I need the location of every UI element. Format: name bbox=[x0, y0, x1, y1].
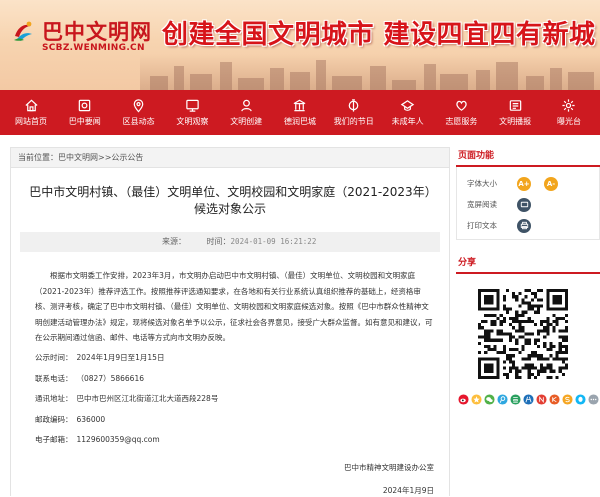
weibo-icon[interactable] bbox=[458, 394, 469, 405]
share-icons-row bbox=[456, 394, 600, 405]
douban-icon[interactable] bbox=[510, 394, 521, 405]
nav-label: 文明观察 bbox=[176, 117, 209, 126]
renren-icon[interactable] bbox=[523, 394, 534, 405]
nav-label: 巴中要闻 bbox=[68, 117, 101, 126]
signature-date: 2024年1月9日 bbox=[382, 485, 434, 495]
child-icon bbox=[400, 100, 415, 111]
info-row-email: 电子邮箱： 1129600359@qq.com bbox=[35, 435, 160, 445]
qzone-icon[interactable] bbox=[471, 394, 482, 405]
nav-item-minors[interactable]: 未成年人 bbox=[383, 90, 433, 135]
camera-icon bbox=[562, 99, 576, 112]
nav-item-civility-creation[interactable]: 文明创建 bbox=[221, 90, 271, 135]
eye-icon bbox=[186, 99, 199, 112]
nav-item-civility-broadcast[interactable]: 文明播报 bbox=[490, 90, 540, 135]
share-section: 分享 bbox=[456, 254, 600, 405]
breadcrumb: 当前位置：巴中文明网>>公示公告 bbox=[11, 148, 449, 168]
building-icon bbox=[240, 99, 252, 112]
sohu-icon[interactable] bbox=[562, 394, 573, 405]
breadcrumb-section-link[interactable]: 公示公告 bbox=[111, 153, 143, 162]
header-slogan: 创建全国文明城市 建设四宜四有新城 bbox=[162, 20, 596, 50]
article-meta: 来源： 时间：2024-01-09 16:21:22 bbox=[20, 232, 440, 252]
nav-label: 网站首页 bbox=[15, 117, 47, 126]
article-body: 根据市文明委工作安排，2023年3月，市文明办启动巴中市文明村镇、（最佳）文明单… bbox=[11, 268, 449, 451]
nav-label: 区县动态 bbox=[122, 117, 155, 126]
article-title: 巴中市文明村镇、（最佳）文明单位、文明校园和文明家庭（2021-2023年）候选… bbox=[29, 185, 431, 216]
signature-organization: 巴中市精神文明建设办公室 bbox=[344, 462, 434, 472]
nav-label: 未成年人 bbox=[391, 117, 424, 126]
city-skyline-banner bbox=[140, 54, 600, 90]
netease-icon[interactable] bbox=[536, 394, 547, 405]
font-size-label: 字体大小 bbox=[467, 179, 497, 188]
nav-label: 德润巴城 bbox=[283, 117, 316, 126]
nav-item-home[interactable]: 网站首页 bbox=[6, 90, 56, 135]
nav-item-civility-watch[interactable]: 文明观察 bbox=[167, 90, 217, 135]
site-url: SCBZ.WENMING.CN bbox=[42, 43, 145, 53]
lantern-icon bbox=[348, 99, 359, 112]
font-size-row: 字体大小 A+ A- bbox=[467, 173, 599, 194]
share-title: 分享 bbox=[456, 254, 600, 274]
qq-icon[interactable] bbox=[575, 394, 586, 405]
nav-item-volunteer-service[interactable]: 志愿服务 bbox=[436, 90, 486, 135]
breadcrumb-separator: >> bbox=[98, 153, 112, 162]
contact-info: 公示时间： 2024年1月9日至1月15日 联系电话： （0827）5866616 … bbox=[35, 348, 435, 451]
article-panel: 当前位置：巴中文明网>>公示公告 巴中市文明村镇、（最佳）文明单位、文明校园和文… bbox=[10, 147, 450, 496]
news-icon bbox=[79, 99, 91, 112]
flag-icon bbox=[294, 99, 306, 112]
site-header: 巴中文明网 SCBZ.WENMING.CN 创建全国文明城市 建设四宜四有新城 bbox=[0, 0, 600, 90]
print-label: 打印文本 bbox=[467, 221, 497, 230]
site-logo[interactable]: 巴中文明网 SCBZ.WENMING.CN bbox=[6, 8, 151, 68]
nav-label: 文明创建 bbox=[230, 117, 263, 126]
info-row-phone: 联系电话： （0827）5866616 bbox=[35, 373, 144, 383]
heart-hands-icon bbox=[456, 100, 467, 111]
info-row-address: 通讯地址： 巴中市巴州区江北街道江北大道西段228号 bbox=[35, 394, 219, 404]
site-name: 巴中文明网 bbox=[42, 20, 152, 44]
nav-label: 志愿服务 bbox=[445, 117, 478, 126]
wide-reading-label: 宽屏阅读 bbox=[467, 200, 497, 209]
nav-label: 曝光台 bbox=[556, 117, 581, 126]
tencent-weibo-icon[interactable] bbox=[497, 394, 508, 405]
breadcrumb-prefix: 当前位置： bbox=[18, 153, 58, 162]
nav-item-our-festivals[interactable]: 我们的节日 bbox=[329, 90, 379, 135]
page-functions-panel: 字体大小 A+ A- 宽屏阅读 打印文本 bbox=[456, 167, 600, 240]
main-nav: 网站首页 巴中要闻 区县动态 文明观察 文明创建 德润巴城 我们的节日 未成年人… bbox=[0, 90, 600, 135]
nav-item-derun-bacheng[interactable]: 德润巴城 bbox=[275, 90, 325, 135]
info-row-notice-period: 公示时间： 2024年1月9日至1月15日 bbox=[35, 352, 165, 362]
widescreen-icon[interactable] bbox=[517, 197, 531, 212]
more-share-icon[interactable] bbox=[588, 394, 599, 405]
print-row[interactable]: 打印文本 bbox=[467, 215, 599, 236]
font-decrease-button[interactable]: A- bbox=[544, 176, 558, 191]
nav-label: 我们的节日 bbox=[333, 117, 374, 126]
page-functions-title: 页面功能 bbox=[456, 147, 600, 167]
logo-mark-icon bbox=[14, 21, 32, 41]
nav-item-exposure[interactable]: 曝光台 bbox=[544, 90, 594, 135]
location-icon bbox=[133, 99, 144, 113]
nav-label: 文明播报 bbox=[499, 117, 532, 126]
broadcast-icon bbox=[509, 100, 521, 111]
time-label: 时间： bbox=[206, 237, 231, 246]
publish-time: 2024-01-09 16:21:22 bbox=[230, 237, 317, 246]
sidebar: 页面功能 字体大小 A+ A- 宽屏阅读 打印文本 分享 bbox=[456, 147, 600, 405]
font-increase-button[interactable]: A+ bbox=[517, 176, 531, 191]
print-icon[interactable] bbox=[517, 218, 531, 233]
nav-item-county-news[interactable]: 区县动态 bbox=[114, 90, 164, 135]
kaixin-icon[interactable] bbox=[549, 394, 560, 405]
wide-reading-row[interactable]: 宽屏阅读 bbox=[467, 194, 599, 215]
source-label: 来源： bbox=[162, 237, 186, 246]
nav-item-bazhong-news[interactable]: 巴中要闻 bbox=[60, 90, 110, 135]
qr-code bbox=[478, 289, 568, 379]
home-icon bbox=[24, 99, 38, 112]
wechat-icon[interactable] bbox=[484, 394, 495, 405]
breadcrumb-home-link[interactable]: 巴中文明网 bbox=[58, 153, 98, 162]
info-row-postcode: 邮政编码： 636000 bbox=[35, 414, 106, 424]
article-paragraph: 根据市文明委工作安排，2023年3月，市文明办启动巴中市文明村镇、（最佳）文明单… bbox=[35, 271, 433, 343]
